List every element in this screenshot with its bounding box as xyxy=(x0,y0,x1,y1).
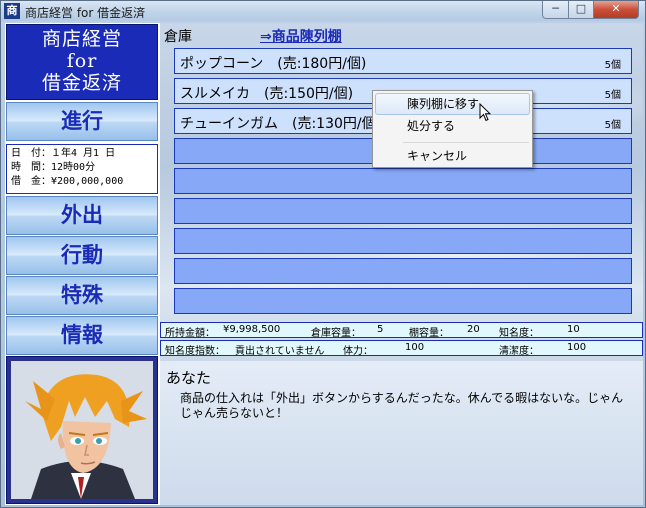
money-label: 所持金額： xyxy=(165,328,215,339)
action-button[interactable]: 行動 xyxy=(6,236,158,275)
cleanliness-label: 清潔度： xyxy=(499,346,539,357)
title-bar[interactable]: 商 商店経営 for 借金返済 ─ □ ✕ xyxy=(1,1,645,21)
shelf-label: 棚容量： xyxy=(409,328,449,339)
dialog-box: あなた 商品の仕入れは「外出」ボタンからするんだったな。休んでる暇はないな。じゃ… xyxy=(160,361,643,505)
capacity-label: 倉庫容量： xyxy=(311,328,361,339)
stamina-value: 100 xyxy=(405,342,425,353)
special-button[interactable]: 特殊 xyxy=(6,276,158,315)
dialog-message: 商品の仕入れは「外出」ボタンからするんだったな。休んでる暇はないな。じゃんじゃん… xyxy=(180,391,624,420)
shelf-value: 20 xyxy=(467,324,480,335)
advance-button[interactable]: 進行 xyxy=(6,102,158,141)
capacity-value: 5 xyxy=(377,324,384,335)
maximize-button[interactable]: □ xyxy=(568,1,594,19)
app-window: 商 商店経営 for 借金返済 ─ □ ✕ 商店経営 for 借金返済 進行 日… xyxy=(0,0,646,508)
stamina-label: 体力： xyxy=(343,346,373,357)
logo-line-1: 商店経営 xyxy=(41,28,122,50)
item-qty: 5個 xyxy=(604,90,621,101)
minimize-button[interactable]: ─ xyxy=(542,1,569,19)
warehouse-slot-5[interactable] xyxy=(174,168,632,194)
warehouse-slot-8[interactable] xyxy=(174,258,632,284)
fame-index-label: 知名度指数： xyxy=(165,346,225,357)
shelf-link[interactable]: ⇒商品陳列棚 xyxy=(260,26,400,46)
speaker-name: あなた xyxy=(166,369,212,387)
warehouse-slot-6[interactable] xyxy=(174,198,632,224)
menu-separator xyxy=(403,142,529,143)
menu-item-cancel[interactable]: キャンセル xyxy=(375,145,530,167)
status-panel: 日 付：１年4 月1 日 時 間：12時00分 借 金：¥200,000,000 xyxy=(6,144,158,194)
warehouse-slot-7[interactable] xyxy=(174,228,632,254)
character-illustration xyxy=(11,361,153,499)
status-debt: 借 金：¥200,000,000 xyxy=(11,176,124,187)
context-menu: 陳列棚に移す 処分する キャンセル xyxy=(372,90,533,168)
logo-line-3: 借金返済 xyxy=(41,72,122,94)
item-qty: 5個 xyxy=(604,60,621,71)
item-qty: 5個 xyxy=(604,120,621,131)
go-out-button[interactable]: 外出 xyxy=(6,196,158,235)
menu-item-dispose[interactable]: 処分する xyxy=(375,115,530,137)
warehouse-title: 倉庫 xyxy=(164,29,192,45)
money-value: ¥9,998,500 xyxy=(223,324,281,335)
character-portrait xyxy=(6,356,158,504)
menu-item-move-to-shelf[interactable]: 陳列棚に移す xyxy=(375,93,530,115)
stats-bar-1: 所持金額： ¥9,998,500 倉庫容量： 5 棚容量： 20 知名度： 10 xyxy=(160,322,643,339)
mouse-cursor-icon xyxy=(479,103,491,122)
fame-value: 10 xyxy=(567,324,580,335)
sidebar: 商店経営 for 借金返済 進行 日 付：１年4 月1 日 時 間：12時00分… xyxy=(5,23,160,505)
close-button[interactable]: ✕ xyxy=(593,1,639,19)
status-date: 日 付：１年4 月1 日 xyxy=(11,148,116,159)
fame-index-value: 貢出されていません xyxy=(235,346,325,357)
cleanliness-value: 100 xyxy=(567,342,587,353)
warehouse-slot-9[interactable] xyxy=(174,288,632,314)
item-name: スルメイカ (売:150円/個) xyxy=(180,86,354,102)
fame-label: 知名度： xyxy=(499,328,539,339)
window-title: 商店経営 for 借金返済 xyxy=(25,6,146,20)
logo-line-2: for xyxy=(66,50,98,72)
item-name: チューインガム (売:130円/個) xyxy=(180,116,382,132)
stats-bar-2: 知名度指数： 貢出されていません 体力： 100 清潔度： 100 xyxy=(160,340,643,357)
client-area: 商店経営 for 借金返済 進行 日 付：１年4 月1 日 時 間：12時00分… xyxy=(5,23,643,505)
app-icon: 商 xyxy=(4,3,20,19)
info-button[interactable]: 情報 xyxy=(6,316,158,355)
item-name: ポップコーン (売:180円/個) xyxy=(180,56,367,72)
game-logo: 商店経営 for 借金返済 xyxy=(6,24,158,100)
warehouse-slot-1[interactable]: ポップコーン (売:180円/個) 5個 xyxy=(174,48,632,74)
status-time: 時 間：12時00分 xyxy=(11,162,96,173)
